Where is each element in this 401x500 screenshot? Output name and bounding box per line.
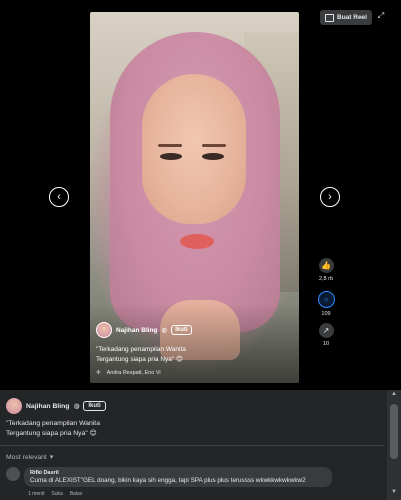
reel-icon	[325, 13, 334, 22]
chevron-left-icon: ‹	[57, 191, 61, 203]
comment-item: Rifki Dasril Cuma di ALEXIST"GEL doang, …	[6, 467, 332, 487]
post-caption-line2: Tergantung siapa pria Nya" 😊	[6, 430, 97, 437]
overlay-caption-line1: "Terkadang penampilan Wanita	[96, 346, 186, 353]
comment-icon: ○	[317, 291, 335, 308]
post-author-name[interactable]: Najihan Bling	[26, 403, 69, 410]
scroll-thumb[interactable]	[390, 404, 398, 459]
chevron-right-icon: ›	[328, 191, 332, 203]
video-brow-left	[158, 144, 182, 147]
video-eye-left	[160, 153, 182, 160]
expand-icon[interactable]: ⤢	[376, 11, 386, 21]
sort-label: Most relevant	[6, 453, 47, 461]
previous-reel-button[interactable]: ‹	[49, 187, 69, 207]
share-count: 10	[322, 341, 330, 347]
overlay-audio[interactable]: ✢ Andra Respati, Eno Vi	[96, 370, 161, 376]
share-action[interactable]: ↗ 10	[313, 323, 339, 347]
like-action[interactable]: 👍 2,8 rb	[313, 258, 339, 282]
create-reel-label: Buat Reel	[337, 14, 367, 21]
overlay-caption: "Terkadang penampilan Wanita Tergantung …	[96, 345, 276, 365]
video-brow-right	[202, 144, 226, 147]
commenter-name[interactable]: Rifki Dasril	[30, 470, 326, 476]
divider	[0, 445, 385, 446]
overlay-follow-button[interactable]: Ikuti	[171, 325, 192, 335]
overlay-author-name[interactable]: Najihan Bling	[116, 327, 158, 334]
comment-time[interactable]: 1 menit	[28, 491, 44, 497]
post-caption-line1: "Terkadang penampilan Wanita	[6, 420, 100, 427]
audio-credit[interactable]: Andra Respati, Eno Vi	[107, 370, 161, 376]
post-panel: Najihan Bling ◍ Ikuti "Terkadang penampi…	[0, 390, 401, 500]
post-author[interactable]: Najihan Bling ◍ Ikuti	[6, 398, 106, 414]
video-eye-right	[202, 153, 224, 160]
reel-viewer: ‹ › Buat Reel ⤢ 👍 2,8 rb ○ 109 ↗ 10 Naji…	[0, 0, 401, 390]
comment-bubble: Rifki Dasril Cuma di ALEXIST"GEL doang, …	[24, 467, 332, 487]
scroll-up-icon[interactable]: ▲	[391, 391, 397, 397]
comment-like-button[interactable]: Suka	[51, 491, 62, 497]
commenter-avatar[interactable]	[6, 467, 20, 481]
music-note-icon: ✢	[96, 370, 101, 376]
comment-meta: 1 menit Suka Balas	[28, 491, 82, 497]
next-reel-button[interactable]: ›	[320, 187, 340, 207]
thumbs-up-icon: 👍	[318, 258, 334, 273]
chevron-down-icon: ▾	[49, 454, 54, 461]
globe-icon: ◍	[161, 327, 168, 334]
share-icon: ↗	[318, 323, 334, 338]
scroll-down-icon[interactable]: ▼	[391, 489, 397, 495]
avatar[interactable]	[96, 322, 112, 338]
video-lips	[180, 234, 214, 249]
overlay-author[interactable]: Najihan Bling ◍ Ikuti	[96, 322, 192, 338]
comment-text: Cuma di ALEXIST"GEL doang, bikin kaya si…	[30, 477, 306, 484]
comment-count: 109	[321, 311, 331, 317]
comments-sort-dropdown[interactable]: Most relevant ▾	[6, 453, 54, 462]
create-reel-button[interactable]: Buat Reel	[320, 10, 372, 25]
comment-reply-button[interactable]: Balas	[70, 491, 83, 497]
avatar[interactable]	[6, 398, 22, 414]
comment-action[interactable]: ○ 109	[313, 291, 339, 317]
video-face	[142, 74, 246, 224]
post-caption: "Terkadang penampilan Wanita Tergantung …	[6, 419, 266, 439]
post-follow-button[interactable]: Ikuti	[83, 401, 106, 411]
like-count: 2,8 rb	[318, 276, 334, 282]
globe-icon: ◍	[73, 403, 80, 410]
overlay-caption-line2: Tergantung siapa pria Nya" 😊	[96, 356, 183, 363]
